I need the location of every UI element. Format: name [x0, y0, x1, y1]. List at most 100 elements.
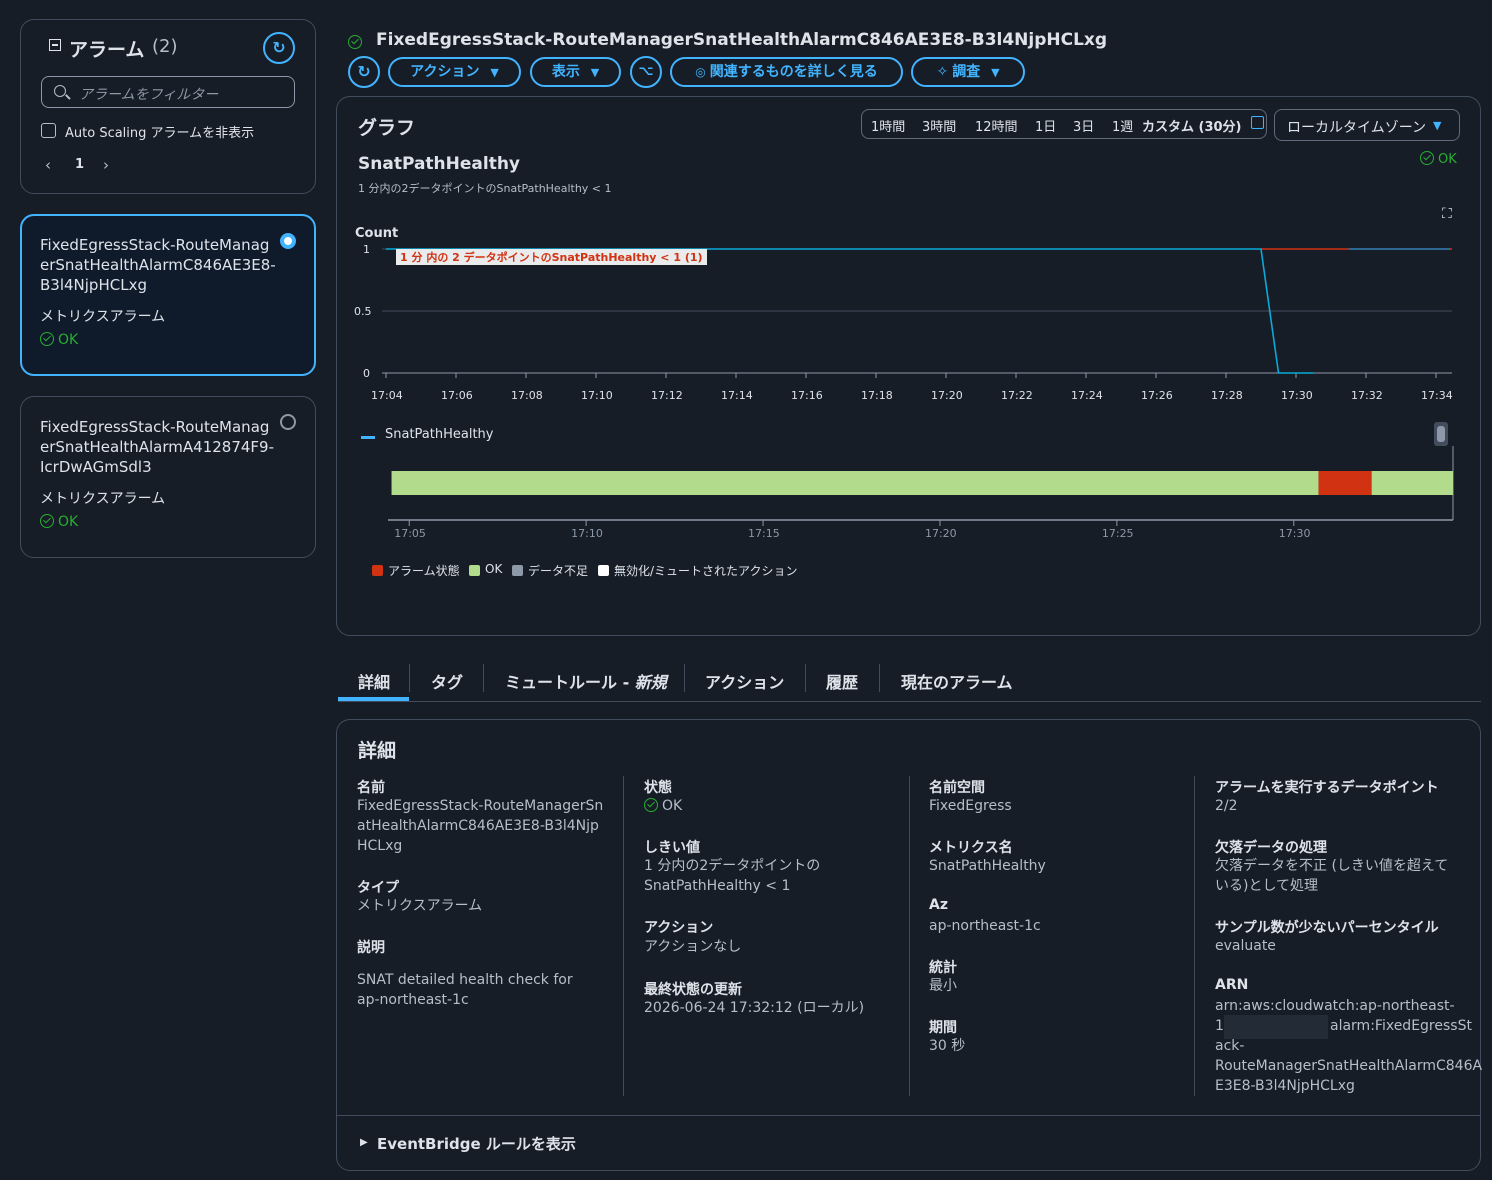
next-page-button[interactable]: › — [103, 156, 109, 174]
x-tick: 17:08 — [511, 389, 543, 402]
x-tick: 17:12 — [651, 389, 683, 402]
caret-down-icon: ▼ — [991, 66, 1000, 79]
tab-actions[interactable]: アクション — [705, 669, 784, 693]
threshold-value: 1 分内の2データポイントの SnatPathHealthy < 1 — [644, 858, 821, 894]
x-tick: 17:10 — [581, 389, 613, 402]
collapse-icon[interactable] — [49, 39, 61, 51]
range-1d[interactable]: 1日 — [1035, 116, 1056, 135]
last-updated-label: 最終状態の更新 — [644, 982, 742, 998]
graph-panel — [336, 96, 1481, 636]
calendar-icon[interactable] — [1251, 116, 1264, 129]
check-circle-icon — [644, 798, 658, 812]
legend-alarm-swatch — [372, 565, 383, 576]
check-circle-icon — [40, 514, 54, 528]
missing-data-value: 欠落データを不正 (しきい値を超えている)として処理 — [1215, 858, 1449, 894]
last-updated-value: 2026-06-24 17:32:12 (ローカル) — [644, 1000, 865, 1016]
expand-caret-icon[interactable]: ▶ — [360, 1137, 368, 1148]
legend-ok-label: OK — [485, 562, 503, 576]
page-number[interactable]: 1 — [75, 157, 84, 172]
tab-divider — [805, 664, 806, 692]
details-title: 詳細 — [358, 740, 397, 762]
explore-related-button[interactable]: ◎ 関連するものを詳しく見る — [670, 57, 903, 87]
tab-mute-rules[interactable]: ミュートルール - 新規 — [505, 669, 667, 693]
statistic-value: 最小 — [929, 978, 957, 994]
tab-history[interactable]: 履歴 — [826, 669, 858, 693]
percentile-label: サンプル数が少ないパーセンタイル — [1215, 920, 1439, 936]
alarm-radio[interactable] — [280, 414, 296, 430]
prev-page-button[interactable]: ‹ — [45, 156, 51, 174]
alarm-card[interactable]: FixedEgressStack-RouteManagerSnatHealthA… — [20, 396, 316, 558]
datapoints-label: アラームを実行するデータポイント — [1215, 780, 1439, 796]
caret-down-icon: ▼ — [490, 66, 499, 79]
description-label: 説明 — [357, 940, 385, 956]
caret-down-icon: ▼ — [590, 66, 600, 79]
column-divider — [909, 776, 910, 1096]
alarm-radio-selected[interactable] — [280, 233, 296, 249]
timezone-dropdown[interactable]: ローカルタイムゾーン ▼ — [1274, 109, 1460, 141]
share-button[interactable]: ⌥ — [630, 56, 662, 88]
tab-current-alarms[interactable]: 現在のアラーム — [901, 669, 1013, 693]
alarm-filter-input[interactable]: アラームをフィルター — [41, 76, 295, 108]
description-value: SNAT detailed health check for ap-northe… — [357, 972, 573, 1008]
tab-details[interactable]: 詳細 — [358, 669, 390, 693]
x-tick: 17:34 — [1421, 389, 1453, 402]
tab-divider — [879, 664, 880, 692]
metric-title: SnatPathHealthy — [358, 154, 521, 174]
x-tick: 17:28 — [1211, 389, 1243, 402]
investigate-dropdown[interactable]: ✧ 調査 ▼ — [911, 57, 1025, 87]
timeline-x-tick: 17:30 — [1278, 527, 1311, 540]
tab-divider — [684, 664, 685, 692]
check-circle-icon — [1420, 151, 1434, 165]
alarm-card-selected[interactable]: FixedEgressStack-RouteManagerSnatHealthA… — [20, 214, 316, 376]
timeline-x-tick: 17:20 — [924, 527, 957, 540]
fullscreen-icon[interactable]: ⛶ — [1442, 206, 1452, 222]
legend-series-label[interactable]: SnatPathHealthy — [385, 427, 494, 442]
header-ok-icon — [348, 35, 362, 49]
type-value: メトリクスアラーム — [357, 898, 483, 914]
legend-insufficient-label: データ不足 — [528, 564, 589, 578]
state-value: OK — [644, 796, 682, 816]
x-tick: 17:24 — [1071, 389, 1103, 402]
arn-line: RouteManagerSnatHealthAlarmC846A — [1215, 1058, 1483, 1074]
refresh-alarms-button[interactable]: ↻ — [263, 32, 295, 64]
x-tick: 17:20 — [931, 389, 963, 402]
x-tick: 17:22 — [1001, 389, 1033, 402]
timeline-x-tick: 17:10 — [571, 527, 603, 540]
metric-name-value: SnatPathHealthy — [929, 858, 1046, 874]
x-tick: 17:16 — [791, 389, 823, 402]
range-1h[interactable]: 1時間 — [871, 116, 905, 135]
scroll-handle[interactable] — [1434, 422, 1448, 446]
x-tick: 17:32 — [1351, 389, 1383, 402]
timezone-label: ローカルタイムゾーン — [1287, 120, 1427, 136]
az-value: ap-northeast-1c — [929, 918, 1041, 934]
action-label: アクション — [644, 920, 714, 936]
column-divider — [623, 776, 624, 1096]
arn-line: E3E8-B3l4NjpHCLxg — [1215, 1078, 1355, 1094]
check-circle-icon — [40, 332, 54, 346]
graph-title: グラフ — [358, 117, 416, 139]
alarm-card-status: OK — [40, 514, 78, 530]
y-axis-label: Count — [355, 226, 399, 241]
y-tick: 1 — [363, 243, 370, 256]
tab-tags[interactable]: タグ — [431, 669, 463, 693]
alarm-filter-placeholder: アラームをフィルター — [79, 87, 219, 103]
timeline-x-tick: 17:15 — [748, 527, 780, 540]
refresh-button[interactable]: ↻ — [348, 56, 380, 88]
view-dropdown[interactable]: 表示 ▼ — [530, 57, 621, 87]
range-custom[interactable]: カスタム (30分) — [1142, 116, 1242, 135]
range-3h[interactable]: 3時間 — [922, 116, 956, 135]
threshold-annotation: 1 分 内の 2 データポイントのSnatPathHealthy < 1 (1) — [396, 249, 707, 265]
range-1w[interactable]: 1週 — [1112, 116, 1133, 135]
name-value: FixedEgressStack-RouteManagerSnatHealthA… — [357, 798, 604, 854]
range-3d[interactable]: 3日 — [1073, 116, 1094, 135]
range-12h[interactable]: 12時間 — [975, 116, 1018, 135]
statistic-label: 統計 — [929, 960, 957, 976]
tab-divider — [409, 664, 410, 692]
actions-dropdown[interactable]: アクション ▼ — [388, 57, 521, 87]
legend-insufficient-swatch — [512, 565, 523, 576]
namespace-label: 名前空間 — [929, 780, 985, 796]
alarm-card-name: FixedEgressStack-RouteManagerSnatHealthA… — [40, 418, 274, 476]
eventbridge-toggle[interactable]: EventBridge ルールを表示 — [377, 1133, 576, 1154]
hide-autoscaling-checkbox[interactable] — [41, 123, 56, 138]
alarm-count: (2) — [152, 36, 178, 57]
